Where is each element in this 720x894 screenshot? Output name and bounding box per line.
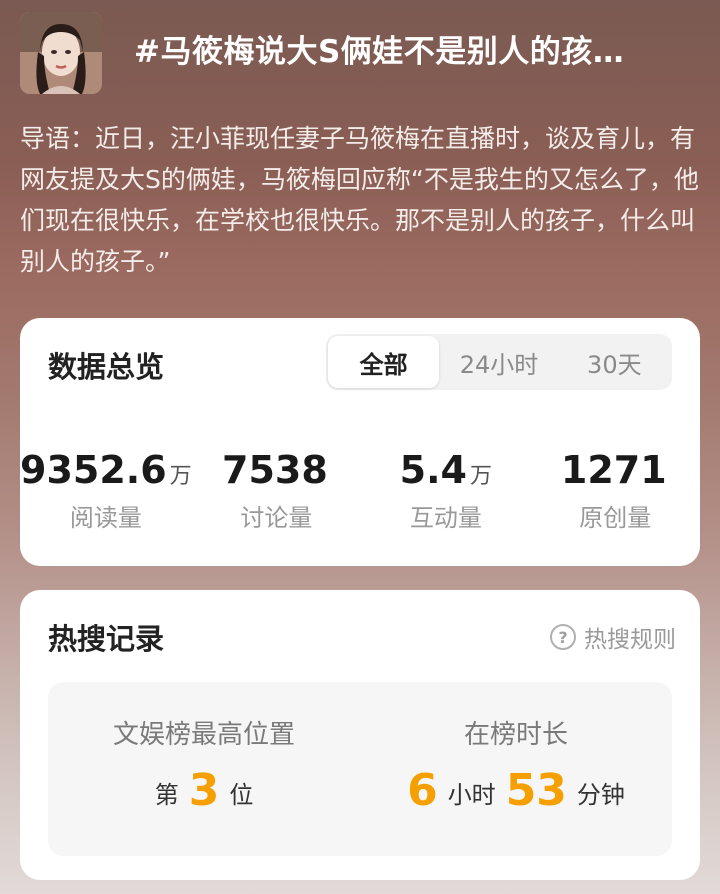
stat-discussions: 7538 讨论量: [192, 448, 361, 533]
hours-unit: 小时: [447, 781, 496, 809]
duration-label: 在榜时长: [463, 720, 568, 750]
hot-search-rules-link[interactable]: ? 热搜规则: [550, 620, 676, 654]
stat-reads-value: 9352.6: [20, 448, 167, 492]
rank-value: 3: [188, 765, 220, 816]
tab-24h[interactable]: 24小时: [443, 336, 554, 388]
stat-discussions-label: 讨论量: [240, 504, 313, 532]
topic-avatar[interactable]: [20, 12, 102, 94]
rules-label: 热搜规则: [584, 627, 676, 653]
time-range-tabs: 全部 24小时 30天: [326, 334, 672, 390]
tab-30d[interactable]: 30天: [559, 336, 670, 388]
duration-minutes: 53: [505, 765, 567, 816]
stat-originals-value: 1271: [560, 448, 667, 492]
topic-title: #马筱梅说大S俩娃不是别人的孩…: [134, 34, 625, 70]
duration-hours: 6: [407, 765, 438, 816]
avatar-image: [20, 12, 102, 94]
on-list-duration: 在榜时长 6 小时 53 分钟: [360, 682, 672, 856]
help-circle-icon: ?: [550, 624, 576, 650]
stat-interactions-unit: 万: [469, 464, 492, 489]
highest-rank: 文娱榜最高位置 第3位: [48, 682, 360, 856]
stat-interactions: 5.4 万 互动量: [361, 448, 530, 533]
hot-search-card: 热搜记录 ? 热搜规则 文娱榜最高位置 第3位 在榜时长 6 小时 53 分钟: [20, 590, 700, 880]
highest-rank-label: 文娱榜最高位置: [112, 720, 295, 750]
stat-reads: 9352.6 万 阅读量: [20, 448, 192, 533]
stats-row: 9352.6 万 阅读量 7538 讨论量 5.4 万 互动量 1271 原创量: [20, 448, 700, 533]
rank-suffix: 位: [229, 781, 254, 809]
overview-title: 数据总览: [48, 350, 165, 384]
minutes-unit: 分钟: [576, 781, 625, 809]
topic-intro: 导语：近日，汪小菲现任妻子马筱梅在直播时，谈及育儿，有网友提及大S的俩娃，马筱梅…: [20, 124, 699, 276]
rank-prefix: 第: [154, 781, 179, 809]
stat-reads-unit: 万: [169, 464, 192, 489]
stat-originals: 1271 原创量: [531, 448, 700, 533]
stat-interactions-value: 5.4: [399, 448, 467, 492]
hot-search-record-box: 文娱榜最高位置 第3位 在榜时长 6 小时 53 分钟: [48, 682, 672, 856]
tab-all[interactable]: 全部: [328, 336, 440, 388]
topic-header: #马筱梅说大S俩娃不是别人的孩…: [0, 0, 720, 110]
stat-discussions-value: 7538: [222, 448, 328, 492]
hot-search-title: 热搜记录: [48, 622, 165, 656]
stat-originals-label: 原创量: [579, 504, 652, 532]
data-overview-card: 数据总览 全部 24小时 30天 9352.6 万 阅读量 7538 讨论量 5.…: [20, 318, 700, 566]
stat-reads-label: 阅读量: [69, 504, 142, 532]
stat-interactions-label: 互动量: [409, 504, 482, 532]
